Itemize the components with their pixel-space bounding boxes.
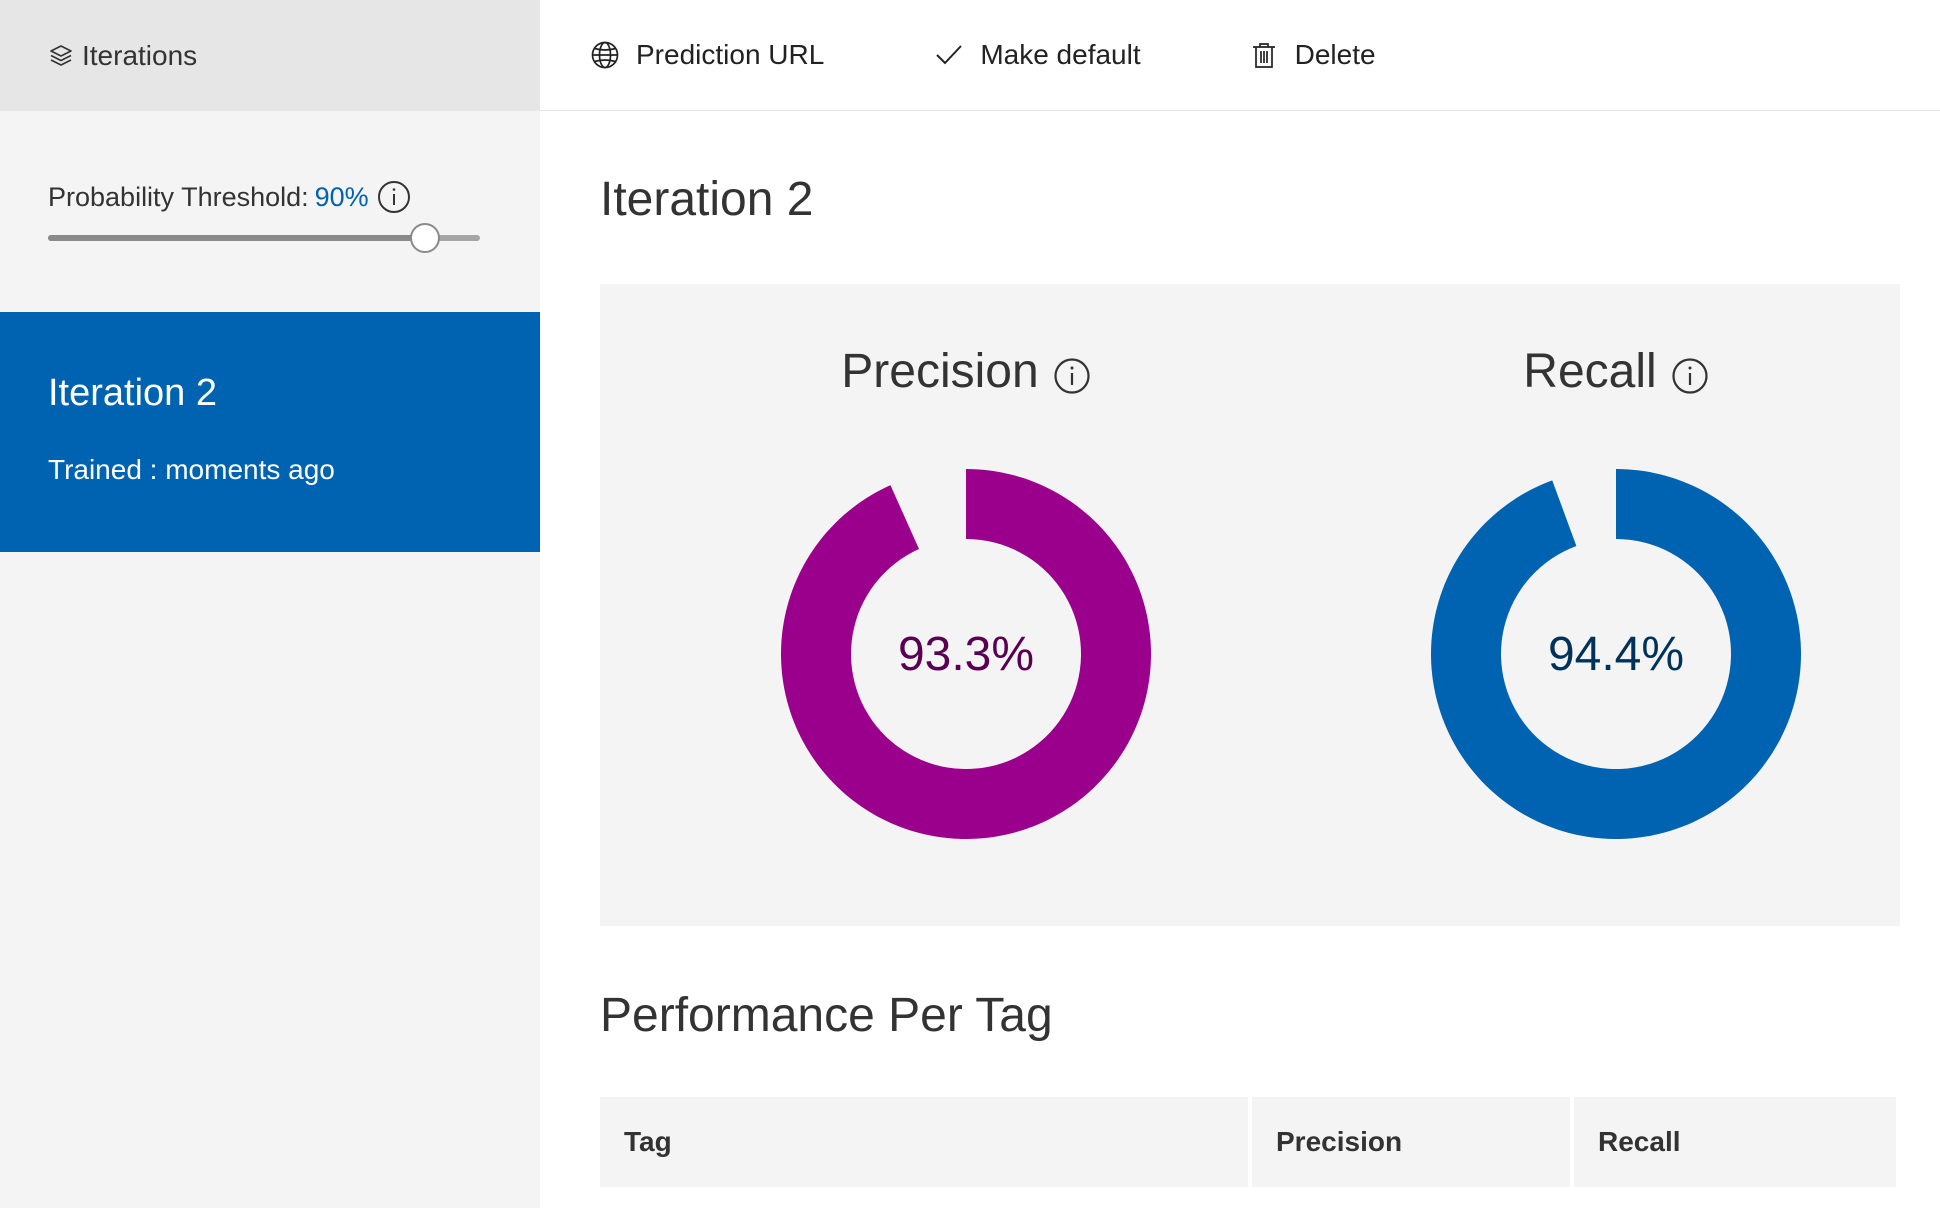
threshold-slider[interactable] <box>48 223 480 253</box>
iteration-name: Iteration 2 <box>48 372 217 414</box>
slider-fill <box>48 235 425 241</box>
globe-icon <box>590 40 620 70</box>
delete-label: Delete <box>1294 39 1376 70</box>
precision-title: Precision <box>686 344 1246 399</box>
sidebar: Iterations Probability Threshold: 90% It… <box>0 0 540 1208</box>
iteration-list-item[interactable]: Iteration 2 Trained : moments ago <box>0 312 540 552</box>
performance-table-header: Tag Precision Recall <box>600 1097 1900 1187</box>
threshold-value: 90% <box>314 181 369 212</box>
prediction-url-label: Prediction URL <box>636 39 825 70</box>
column-header-recall[interactable]: Recall <box>1574 1097 1896 1187</box>
precision-label: Precision <box>841 345 1039 398</box>
slider-thumb[interactable] <box>409 223 440 253</box>
trash-icon <box>1249 40 1279 70</box>
threshold-label: Probability Threshold: <box>48 181 309 212</box>
checkmark-icon <box>934 40 964 70</box>
toolbar: Prediction URL Make default Delete <box>540 0 1940 111</box>
column-header-precision[interactable]: Precision <box>1252 1097 1570 1187</box>
make-default-button[interactable]: Make default <box>934 39 1141 71</box>
info-icon[interactable] <box>377 180 411 214</box>
recall-metric: Recall 94.4% <box>1336 284 1896 926</box>
recall-label: Recall <box>1523 345 1657 398</box>
iteration-status: Trained : moments ago <box>48 454 335 485</box>
make-default-label: Make default <box>980 39 1141 70</box>
precision-value: 93.3% <box>897 627 1035 681</box>
page-title: Iteration 2 <box>600 173 814 226</box>
column-header-tag[interactable]: Tag <box>600 1097 1248 1187</box>
prediction-url-button[interactable]: Prediction URL <box>590 39 824 71</box>
performance-per-tag-title: Performance Per Tag <box>600 989 1053 1042</box>
probability-threshold: Probability Threshold: 90% <box>48 180 488 253</box>
layers-icon <box>48 43 74 69</box>
recall-title: Recall <box>1336 344 1896 399</box>
iterations-header[interactable]: Iterations <box>0 0 540 111</box>
app-window: Iterations Probability Threshold: 90% It… <box>0 0 1940 1208</box>
recall-value: 94.4% <box>1547 627 1685 681</box>
iterations-header-label: Iterations <box>82 39 198 71</box>
metrics-panel: Precision 93.3% Recall 94.4% <box>600 284 1900 926</box>
info-icon[interactable] <box>1671 357 1709 395</box>
info-icon[interactable] <box>1053 357 1091 395</box>
precision-metric: Precision 93.3% <box>686 284 1246 926</box>
delete-button[interactable]: Delete <box>1249 39 1376 71</box>
